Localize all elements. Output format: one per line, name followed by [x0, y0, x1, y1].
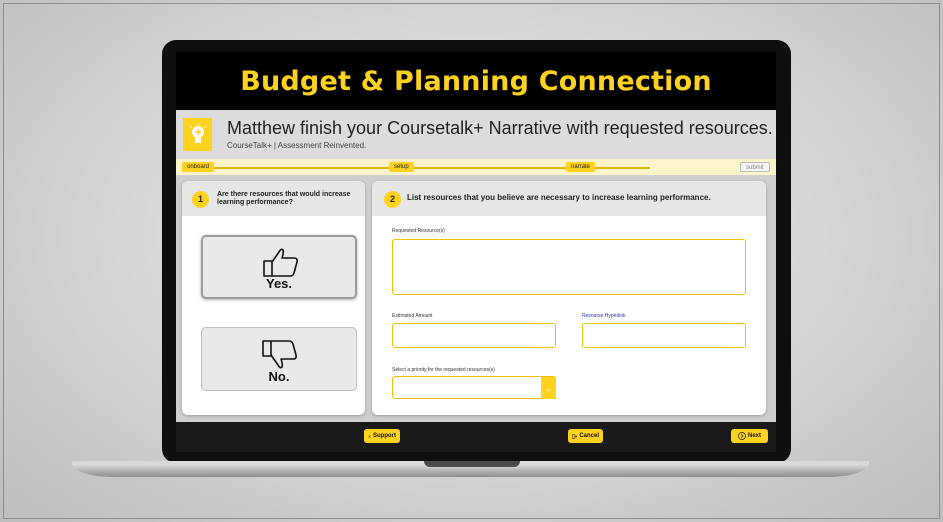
question-2-text: List resources that you believe are nece… [407, 193, 711, 202]
next-button[interactable]: Next [731, 429, 768, 443]
user-icon [368, 434, 371, 438]
option-no-button[interactable]: No. [201, 327, 357, 391]
title-banner: Budget & Planning Connection [176, 52, 776, 110]
chevron-down-icon[interactable]: ⌄ [541, 377, 556, 399]
option-yes-button[interactable]: Yes. [201, 235, 357, 299]
app-title: Budget & Planning Connection [240, 65, 712, 97]
step-onboard[interactable]: onboard [182, 162, 215, 172]
laptop-screen: Budget & Planning Connection Matthew fin… [176, 52, 776, 452]
tagline: CourseTalk+ | Assessment Reinvented. [227, 141, 367, 150]
thumbs-down-icon [262, 340, 297, 369]
question-1-card: 1 Are there resources that would increas… [182, 181, 365, 415]
progress-tracker: onboard setup narrate submit [176, 159, 776, 175]
next-label: Next [747, 433, 761, 439]
lightbulb-icon [183, 118, 212, 151]
requested-resources-input[interactable] [392, 239, 746, 295]
content-area: 1 Are there resources that would increas… [176, 175, 776, 422]
question-1-header: 1 Are there resources that would increas… [182, 181, 365, 216]
estimated-amount-label: Estimated Amount [392, 313, 433, 319]
arrow-right-circle-icon [738, 432, 746, 440]
step-setup[interactable]: setup [389, 162, 414, 172]
page-headline: Matthew finish your Coursetalk+ Narrativ… [227, 118, 773, 138]
question-2-header: 2 List resources that you believe are ne… [372, 181, 766, 216]
question-2-number: 2 [384, 191, 401, 208]
cancel-label: Cancel [579, 433, 599, 439]
laptop-notch [424, 461, 520, 467]
requested-resources-label: Requested Resource(s) [392, 228, 445, 234]
exit-icon [572, 433, 578, 439]
priority-select[interactable] [392, 376, 556, 399]
step-submit[interactable]: submit [740, 162, 770, 172]
option-yes-label: Yes. [265, 276, 293, 291]
headline-band: Matthew finish your Coursetalk+ Narrativ… [176, 110, 776, 159]
resource-hyperlink-label: Resourse Hyperlink [582, 313, 626, 319]
estimated-amount-input[interactable] [392, 323, 556, 348]
question-2-card: 2 List resources that you believe are ne… [372, 181, 766, 415]
footer-bar: Support Cancel Next [176, 422, 776, 452]
question-1-number: 1 [192, 191, 209, 208]
cancel-button[interactable]: Cancel [568, 429, 603, 443]
option-no-label: No. [268, 369, 290, 384]
support-label: Support [373, 433, 396, 439]
resource-hyperlink-input[interactable] [582, 323, 746, 348]
question-1-text: Are there resources that would increase … [217, 191, 351, 206]
priority-select-label: Select a priority for the requested reso… [392, 367, 495, 373]
step-narrate[interactable]: narrate [566, 162, 596, 172]
thumbs-up-icon [263, 248, 298, 277]
support-button[interactable]: Support [364, 429, 400, 443]
